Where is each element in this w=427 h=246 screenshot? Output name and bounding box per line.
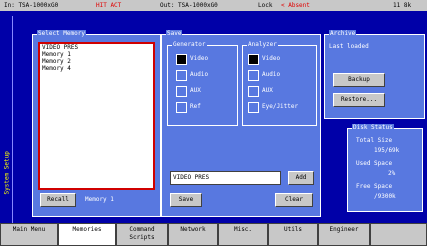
generator-group: Generator Video Audio AUX Ref [167, 41, 238, 126]
status-bar: In: TSA-1000xG0 HIT ACT Out: TSA-1000xG0… [0, 0, 427, 11]
generator-video-checkbox[interactable] [176, 54, 187, 65]
save-button[interactable]: Save [170, 193, 202, 207]
memory-list[interactable]: VIDEO PRES Memory 1 Memory 2 Memory 4 [38, 42, 155, 190]
total-size-label: Total Size [356, 137, 393, 144]
save-panel: Save Generator Video Audio AUX Ref Analy… [161, 30, 321, 217]
tab-command-scripts[interactable]: Command Scripts [116, 223, 168, 246]
analyzer-audio-label: Audio [262, 71, 281, 78]
tab-memories[interactable]: Memories [58, 223, 116, 246]
input-label: In: TSA-1000xG0 [4, 2, 59, 9]
tab-engineer[interactable]: Engineer [318, 223, 370, 246]
backup-button[interactable]: Backup [333, 73, 385, 87]
analyzer-group: Analyzer Video Audio AUX Eye/Jitter [242, 41, 317, 126]
analyzer-eye-jitter-label: Eye/Jitter [262, 103, 299, 110]
input-status: HIT ACT [96, 2, 122, 9]
analyzer-aux-checkbox[interactable] [248, 86, 259, 97]
list-item[interactable]: Memory 1 [40, 51, 153, 58]
analyzer-video-label: Video [262, 55, 281, 62]
screen: In: TSA-1000xG0 HIT ACT Out: TSA-1000xG0… [0, 0, 427, 246]
restore-button[interactable]: Restore... [333, 93, 385, 107]
generator-audio-label: Audio [190, 71, 209, 78]
add-button[interactable]: Add [288, 171, 314, 185]
current-memory-label: Memory 1 [85, 196, 114, 203]
tab-network[interactable]: Network [168, 223, 218, 246]
generator-aux-label: AUX [190, 87, 201, 94]
generator-aux-checkbox[interactable] [176, 86, 187, 97]
clear-button[interactable]: Clear [275, 193, 313, 207]
list-item[interactable]: Memory 2 [40, 58, 153, 65]
archive-legend: Archive [329, 30, 357, 38]
archive-panel: Archive Last loaded Backup Restore... [324, 30, 425, 119]
side-bar: System Setup [2, 16, 13, 224]
tab-main-menu[interactable]: Main Menu [0, 223, 58, 246]
recall-button[interactable]: Recall [40, 193, 76, 207]
used-space-value: 2% [388, 170, 396, 177]
disk-status-legend: Disk Status [352, 124, 394, 132]
output-label: Out: TSA-1000xG0 [160, 2, 218, 9]
analyzer-audio-checkbox[interactable] [248, 70, 259, 81]
generator-audio-checkbox[interactable] [176, 70, 187, 81]
select-memory-legend: Select Memory [37, 30, 86, 38]
side-label: System Setup [3, 151, 11, 195]
memory-name-input[interactable]: VIDEO PRES [170, 171, 281, 185]
free-space-label: Free Space [356, 183, 393, 190]
analyzer-aux-label: AUX [262, 87, 273, 94]
analyzer-video-checkbox[interactable] [248, 54, 259, 65]
select-memory-panel: Select Memory VIDEO PRES Memory 1 Memory… [32, 30, 161, 217]
list-item[interactable]: VIDEO PRES [40, 44, 153, 51]
bottom-tab-bar: Main Menu Memories Command Scripts Netwo… [0, 223, 427, 246]
generator-legend: Generator [172, 41, 207, 49]
tab-empty [370, 223, 427, 246]
memory-indicator: 11 8k [393, 2, 412, 9]
total-size-value: 195/69k [374, 147, 400, 154]
generator-video-label: Video [190, 55, 209, 62]
lock-label: Lock [258, 2, 273, 9]
analyzer-eye-jitter-checkbox[interactable] [248, 102, 259, 113]
used-space-label: Used Space [356, 160, 393, 167]
generator-ref-label: Ref [190, 103, 201, 110]
save-legend: Save [166, 30, 183, 38]
list-item[interactable]: Memory 4 [40, 65, 153, 72]
generator-ref-checkbox[interactable] [176, 102, 187, 113]
analyzer-legend: Analyzer [247, 41, 278, 49]
tab-misc[interactable]: Misc. [218, 223, 268, 246]
disk-status-panel: Disk Status Total Size 195/69k Used Spac… [347, 124, 423, 212]
lock-status: < Absent [281, 2, 310, 9]
free-space-value: /9300k [374, 193, 396, 200]
tab-utils[interactable]: Utils [268, 223, 318, 246]
last-loaded-label: Last loaded [329, 43, 369, 50]
